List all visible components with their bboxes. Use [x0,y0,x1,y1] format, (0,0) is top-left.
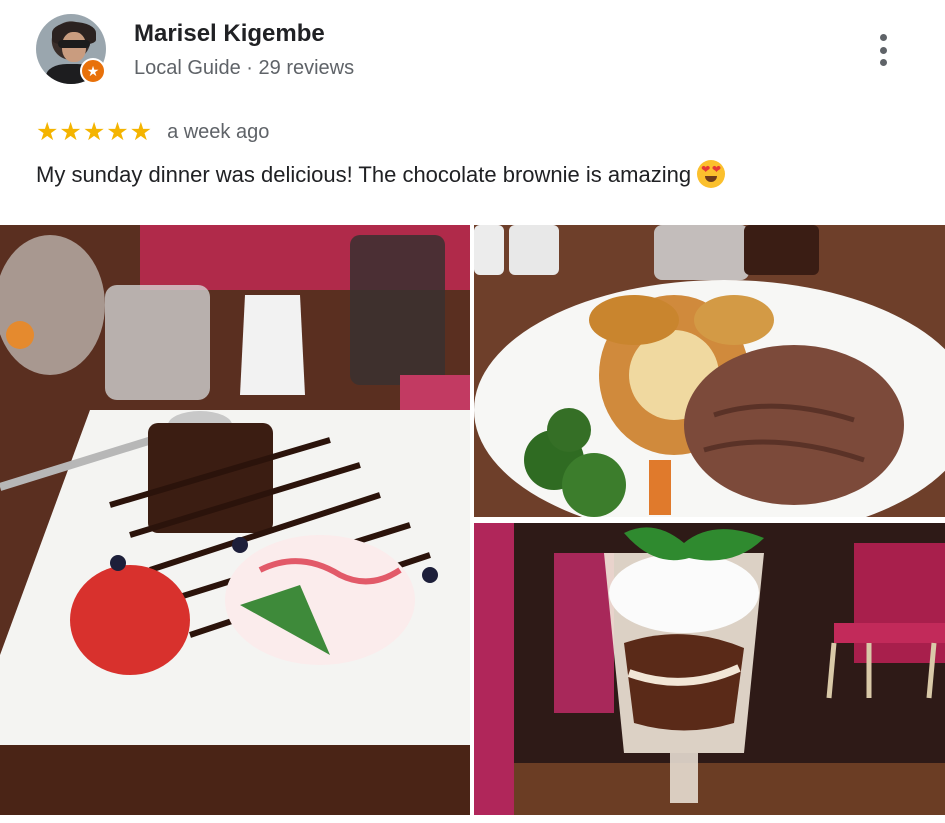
ice-cream-sundae-image [474,523,945,815]
reviewer-name[interactable]: Marisel Kigembe [134,20,325,48]
review-time: a week ago [167,120,270,143]
review-text-content: My sunday dinner was delicious! The choc… [36,162,692,187]
more-options-icon[interactable] [871,30,895,70]
photo-grid [0,225,945,823]
photo-ice-cream-sundae[interactable] [474,523,945,815]
photo-brownie-dessert[interactable] [0,225,470,815]
local-guide-star-icon: ★ [80,58,106,84]
reviewer-meta: Local Guide · 29 reviews [134,57,355,79]
heart-eyes-emoji-icon [697,160,726,188]
brownie-dessert-image [0,225,470,815]
photo-roast-dinner[interactable] [474,225,945,517]
review-header: ★ Marisel Kigembe Local Guide · 29 revie… [0,0,945,100]
rating-row: ★★★★★ a week ago [36,118,269,146]
star-rating: ★★★★★ [36,118,154,146]
roast-dinner-image [474,225,945,517]
review-text: My sunday dinner was delicious! The choc… [36,160,726,188]
